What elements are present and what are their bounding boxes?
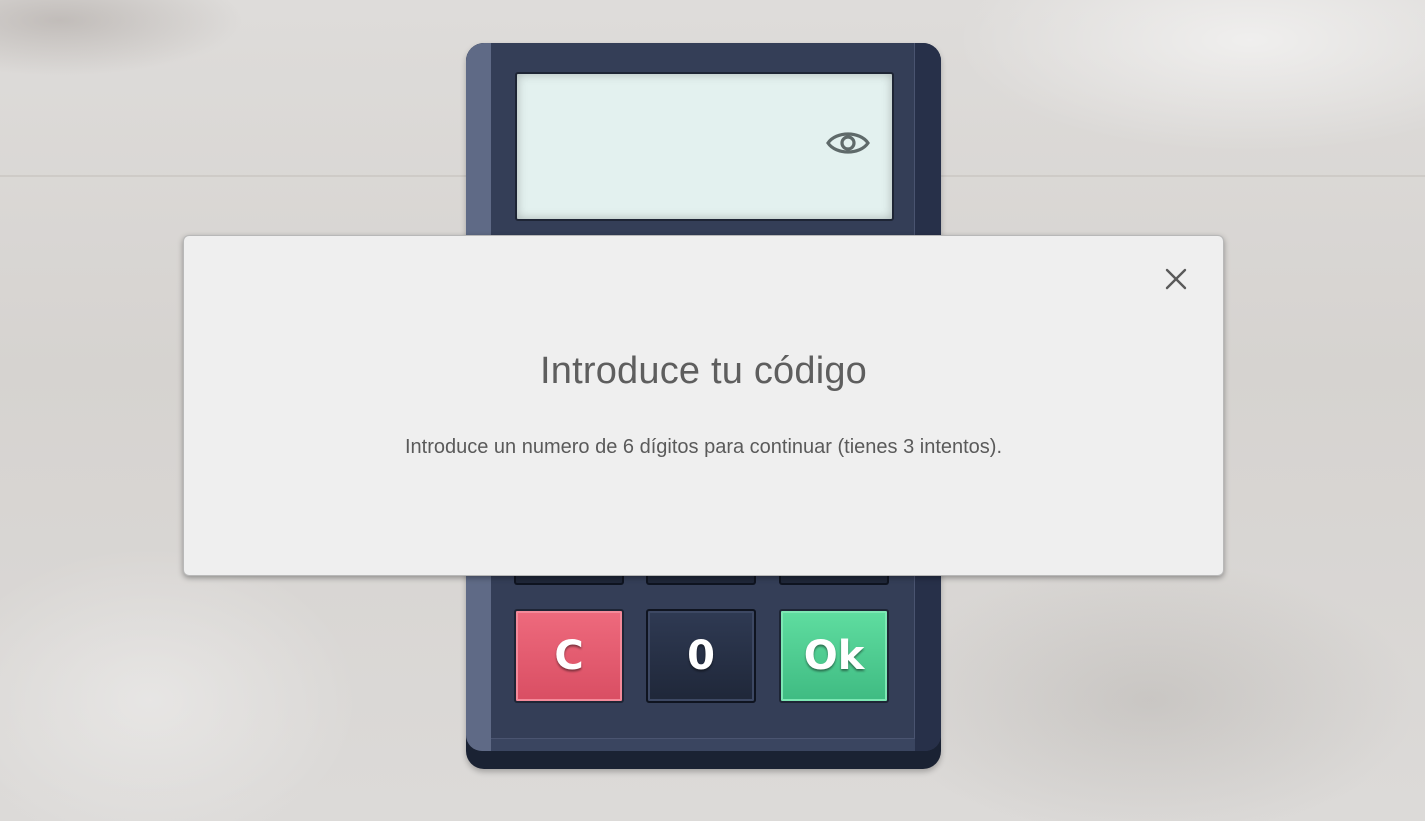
dialog-title: Introduce tu código: [539, 350, 868, 392]
zero-button[interactable]: 0: [646, 609, 756, 703]
code-dialog: Introduce tu código Introduce un numero …: [183, 235, 1224, 576]
ok-button[interactable]: Ok: [779, 609, 889, 703]
keypad-bottom-strip: [491, 738, 915, 751]
eye-icon[interactable]: [826, 128, 870, 158]
code-display: [515, 72, 894, 221]
close-icon[interactable]: [1163, 266, 1189, 292]
dialog-message: Introduce un numero de 6 dígitos para co…: [404, 436, 1003, 458]
clear-button[interactable]: C: [514, 609, 624, 703]
